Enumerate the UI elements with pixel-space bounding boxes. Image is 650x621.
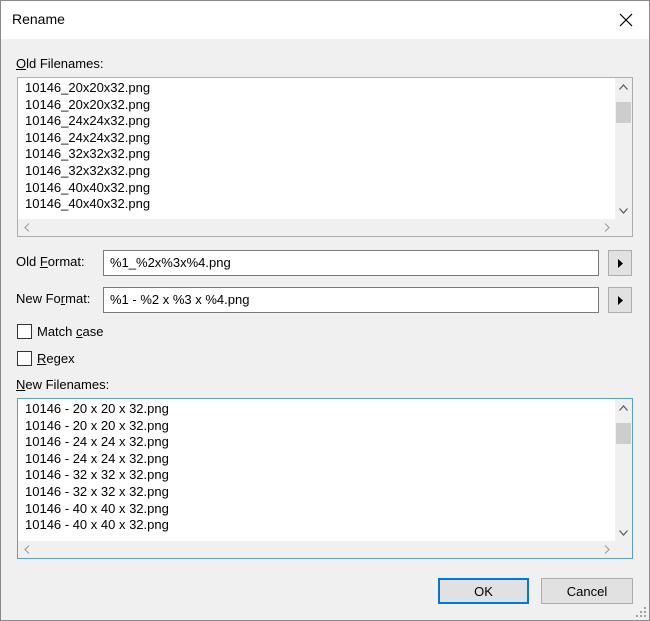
new-format-input[interactable]: %1 - %2 x %3 x %4.png xyxy=(103,287,599,313)
chevron-up-icon[interactable] xyxy=(615,399,632,416)
resize-grip-icon[interactable] xyxy=(635,606,647,618)
new-filenames-list[interactable]: 10146 - 20 x 20 x 32.png 10146 - 20 x 20 … xyxy=(17,398,633,559)
list-item[interactable]: 10146_24x24x32.png xyxy=(25,113,612,130)
ok-button[interactable]: OK xyxy=(438,578,529,604)
scroll-thumb[interactable] xyxy=(616,102,631,123)
vertical-scrollbar[interactable] xyxy=(615,78,632,219)
list-item[interactable]: 10146_40x40x32.png xyxy=(25,180,612,197)
list-item[interactable]: 10146_24x24x32.png xyxy=(25,130,612,147)
old-filenames-label: Old Filenames: xyxy=(16,56,104,71)
old-format-label: Old Format: xyxy=(16,254,85,269)
list-item[interactable]: 10146_40x40x32.png xyxy=(25,196,612,213)
close-icon xyxy=(619,13,633,27)
regex-checkbox[interactable] xyxy=(17,351,32,366)
scroll-corner xyxy=(615,541,632,558)
chevron-left-icon[interactable] xyxy=(18,541,35,558)
horizontal-scrollbar[interactable] xyxy=(18,541,615,558)
match-case-label[interactable]: Match case xyxy=(37,324,103,339)
list-item[interactable]: 10146 - 20 x 20 x 32.png xyxy=(25,418,612,435)
list-item[interactable]: 10146_20x20x32.png xyxy=(25,80,612,97)
window-title: Rename xyxy=(12,11,65,27)
list-item[interactable]: 10146_20x20x32.png xyxy=(25,97,612,114)
scroll-corner xyxy=(615,219,632,236)
list-item[interactable]: 10146_32x32x32.png xyxy=(25,163,612,180)
rename-dialog: Rename Old Filenames: 10146_20x20x32.png… xyxy=(0,0,650,621)
old-format-input[interactable]: %1_%2x%3x%4.png xyxy=(103,250,599,276)
chevron-right-icon[interactable] xyxy=(598,219,615,236)
list-item[interactable]: 10146 - 40 x 40 x 32.png xyxy=(25,501,612,518)
old-filenames-list[interactable]: 10146_20x20x32.png 10146_20x20x32.png 1014… xyxy=(17,77,633,237)
cancel-button[interactable]: Cancel xyxy=(541,578,633,604)
vertical-scrollbar[interactable] xyxy=(615,399,632,541)
chevron-up-icon[interactable] xyxy=(615,78,632,95)
list-item[interactable]: 10146 - 20 x 20 x 32.png xyxy=(25,401,612,418)
list-item[interactable]: 10146 - 24 x 24 x 32.png xyxy=(25,451,612,468)
regex-label[interactable]: Regex xyxy=(37,351,75,366)
triangle-right-icon xyxy=(617,258,623,268)
chevron-right-icon[interactable] xyxy=(598,541,615,558)
chevron-down-icon[interactable] xyxy=(615,524,632,541)
list-item[interactable]: 10146 - 32 x 32 x 32.png xyxy=(25,484,612,501)
new-filenames-label: New Filenames: xyxy=(16,377,110,392)
old-format-menu-button[interactable] xyxy=(608,250,632,276)
chevron-left-icon[interactable] xyxy=(18,219,35,236)
new-format-label: New Format: xyxy=(16,291,91,306)
new-format-menu-button[interactable] xyxy=(608,287,632,313)
scroll-thumb[interactable] xyxy=(616,423,631,444)
horizontal-scrollbar[interactable] xyxy=(18,219,615,236)
triangle-right-icon xyxy=(617,295,623,305)
list-item[interactable]: 10146 - 24 x 24 x 32.png xyxy=(25,434,612,451)
title-bar: Rename xyxy=(1,1,649,39)
match-case-checkbox[interactable] xyxy=(17,324,32,339)
list-item[interactable]: 10146 - 40 x 40 x 32.png xyxy=(25,517,612,534)
list-item[interactable]: 10146 - 32 x 32 x 32.png xyxy=(25,467,612,484)
close-button[interactable] xyxy=(603,1,649,39)
list-item[interactable]: 10146_32x32x32.png xyxy=(25,146,612,163)
chevron-down-icon[interactable] xyxy=(615,202,632,219)
